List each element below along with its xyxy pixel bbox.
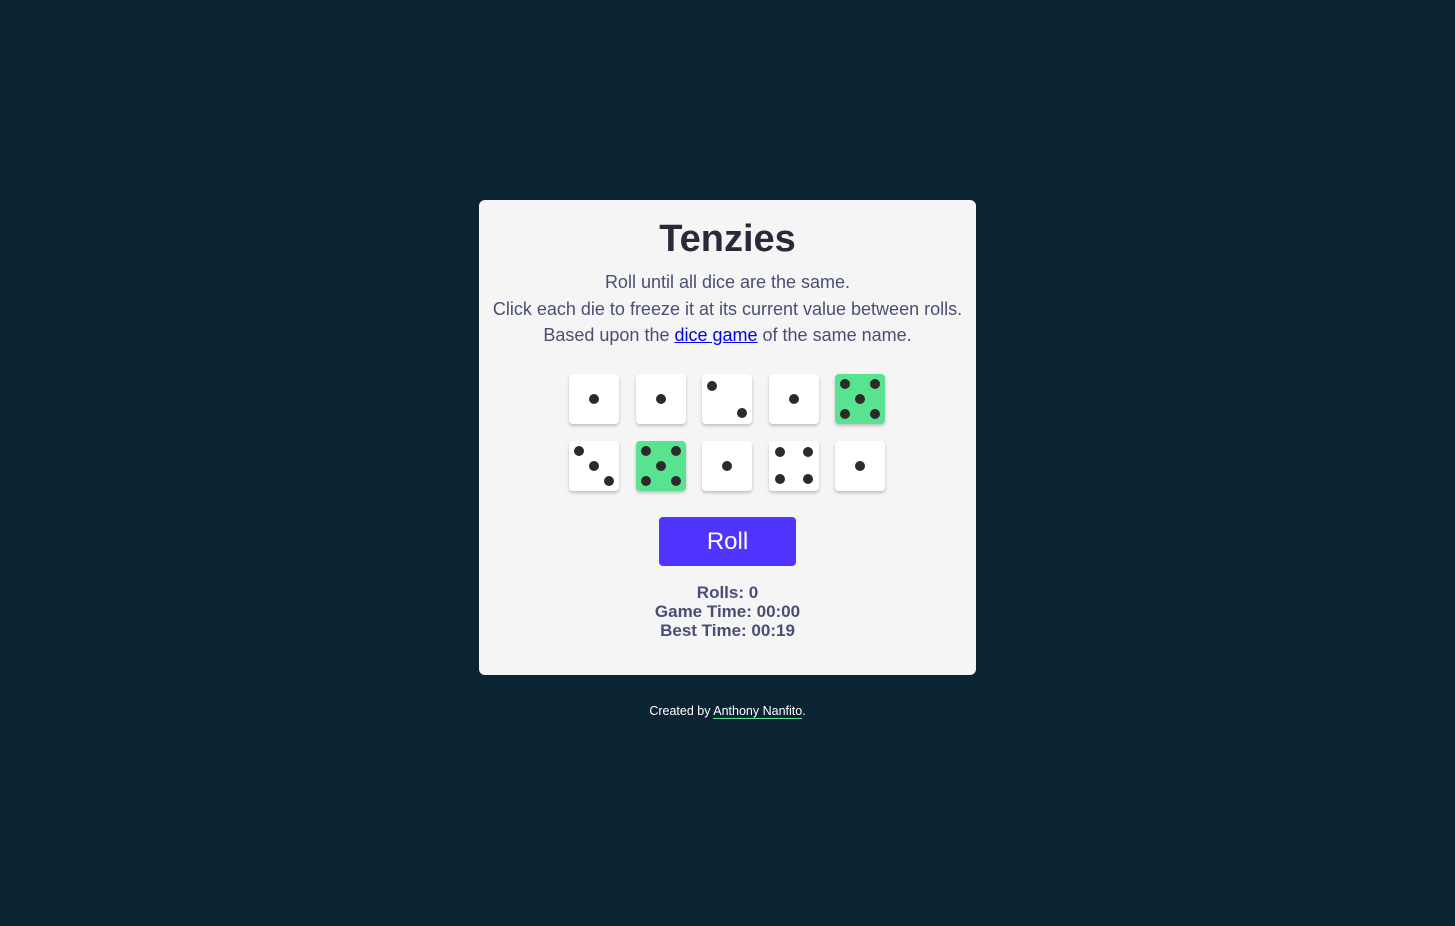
die-pip (802, 447, 813, 457)
footer: Created by Anthony Nanfito. (0, 704, 1455, 719)
die-pip (640, 476, 651, 486)
die-pip (840, 379, 850, 389)
die-3[interactable] (702, 374, 752, 424)
die-pip (774, 474, 785, 484)
die-5[interactable] (835, 374, 885, 424)
die-pip (655, 394, 666, 404)
die-pip (604, 476, 614, 486)
footer-text: Created by (649, 704, 714, 718)
die-pip (589, 394, 599, 404)
die-10[interactable] (835, 441, 885, 491)
die-pip (870, 379, 880, 389)
instruction-line-1: Roll until all dice are the same. (604, 272, 851, 292)
instructions: Roll until all dice are the same. Click … (479, 269, 976, 349)
die-pip (655, 461, 666, 471)
instruction-text: of the same name. (757, 325, 912, 345)
instruction-line-2: Click each die to freeze it at its curre… (492, 298, 963, 319)
die-pip (574, 446, 584, 456)
die-pip (855, 394, 865, 404)
stats-panel: Rolls: 0 Game Time: 00:00 Best Time: 00:… (479, 583, 976, 640)
die-pip (640, 446, 651, 456)
die-pip (670, 476, 681, 486)
die-pip (707, 381, 717, 391)
die-8[interactable] (702, 441, 752, 491)
die-pip (870, 409, 880, 419)
footer-text-end: . (802, 704, 806, 718)
rolls-count: Rolls: 0 (696, 583, 759, 602)
roll-button[interactable]: Roll (659, 517, 796, 566)
die-2[interactable] (635, 374, 686, 424)
die-pip (855, 461, 865, 471)
dice-grid (569, 374, 885, 491)
die-7[interactable] (635, 441, 686, 491)
die-pip (802, 474, 813, 484)
die-1[interactable] (569, 374, 619, 424)
instruction-line-3: Based upon the dice game of the same nam… (479, 322, 976, 349)
die-9[interactable] (768, 441, 819, 491)
die-pip (737, 408, 747, 418)
author-link[interactable]: Anthony Nanfito (713, 704, 803, 719)
game-time: Game Time: 00:00 (654, 602, 801, 621)
die-pip (840, 409, 850, 419)
die-pip (589, 461, 599, 471)
page-title: Tenzies (659, 218, 796, 260)
instruction-text: Based upon the (543, 325, 675, 345)
die-6[interactable] (569, 441, 619, 491)
die-pip (670, 446, 681, 456)
die-4[interactable] (768, 374, 819, 424)
die-pip (788, 394, 799, 404)
best-time: Best Time: 00:19 (660, 621, 795, 640)
dice-game-link[interactable]: dice game (674, 325, 757, 345)
die-pip (722, 461, 732, 471)
die-pip (774, 447, 785, 457)
game-card: Tenzies Roll until all dice are the same… (479, 200, 976, 675)
